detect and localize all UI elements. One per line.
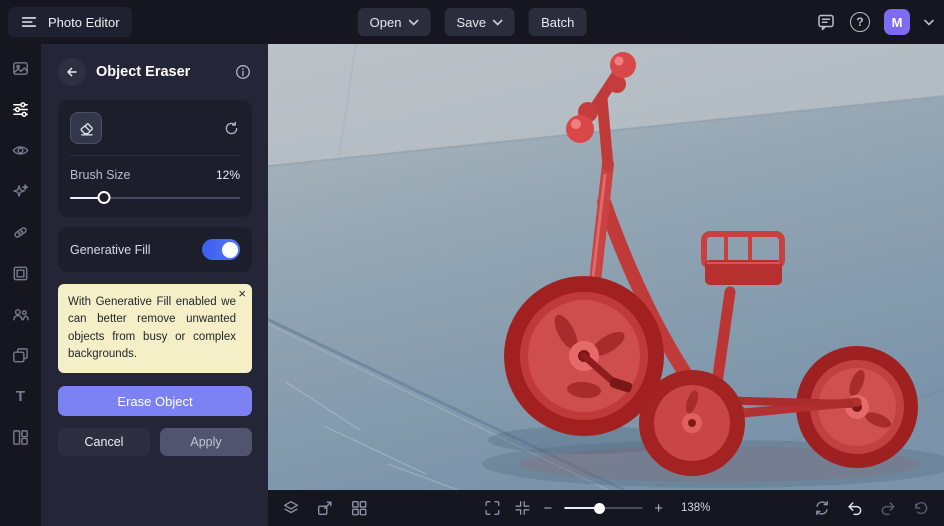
zoom-handle[interactable] <box>593 502 605 514</box>
zoom-slider[interactable] <box>564 502 643 514</box>
generative-fill-label: Generative Fill <box>70 242 151 257</box>
tool-row <box>70 112 240 156</box>
help-icon[interactable]: ? <box>850 12 870 32</box>
compare-icon[interactable] <box>813 499 831 517</box>
file-actions: Open Save Batch <box>357 0 587 44</box>
collage-icon[interactable] <box>11 427 31 447</box>
open-button[interactable]: Open <box>357 8 431 36</box>
tool-rail: T <box>0 44 42 526</box>
effects-icon[interactable] <box>11 181 31 201</box>
retouch-icon[interactable] <box>11 222 31 242</box>
erase-object-button[interactable]: Erase Object <box>58 386 252 416</box>
app-title: Photo Editor <box>48 14 120 30</box>
info-icon[interactable] <box>234 63 252 81</box>
text-tool-icon[interactable]: T <box>11 386 31 406</box>
view-tools <box>282 499 368 517</box>
preview-eye-icon[interactable] <box>11 140 31 160</box>
panel-header: Object Eraser <box>58 58 252 86</box>
brush-settings-card: Brush Size 12% <box>58 100 252 217</box>
top-bar-right: ? M <box>816 0 934 44</box>
panel-title: Object Eraser <box>96 64 191 80</box>
people-icon[interactable] <box>11 304 31 324</box>
eraser-tool-button[interactable] <box>70 112 102 144</box>
zoom-out-icon[interactable]: − <box>543 501 552 516</box>
brush-size-value: 12% <box>215 168 240 182</box>
brush-size-label: Brush Size <box>70 168 131 182</box>
zoom-in-icon[interactable]: + <box>654 501 663 516</box>
save-button[interactable]: Save <box>444 8 516 36</box>
back-button[interactable] <box>58 58 86 86</box>
resize-icon[interactable] <box>316 499 334 517</box>
layers-icon[interactable] <box>282 499 300 517</box>
chevron-down-icon <box>493 19 503 26</box>
object-eraser-panel: Object Eraser Brush Size 12% Generative … <box>42 44 268 526</box>
canvas-toolbar: − + 138% <box>268 490 944 526</box>
slider-handle[interactable] <box>97 191 111 204</box>
batch-button[interactable]: Batch <box>529 8 587 36</box>
overlay-icon[interactable] <box>11 345 31 365</box>
redo-icon[interactable] <box>879 499 897 517</box>
brush-size-slider[interactable] <box>70 191 240 205</box>
generative-fill-row: Generative Fill <box>58 227 252 272</box>
feedback-icon[interactable] <box>816 12 836 32</box>
top-bar: Photo Editor Open Save Batch ? M <box>0 0 944 44</box>
fit-screen-icon[interactable] <box>483 499 501 517</box>
zoom-value: 138% <box>680 502 711 514</box>
cancel-button[interactable]: Cancel <box>58 428 150 456</box>
brand: Photo Editor <box>8 7 132 37</box>
actual-size-icon[interactable] <box>513 499 531 517</box>
tricycle-photo <box>268 44 944 490</box>
photo-editor-app: Photo Editor Open Save Batch ? M T Objec… <box>0 0 944 526</box>
tooltip-text: With Generative Fill enabled we can bett… <box>68 296 236 360</box>
generative-fill-toggle[interactable] <box>202 239 240 260</box>
frame-icon[interactable] <box>11 263 31 283</box>
close-icon[interactable]: × <box>238 286 246 301</box>
hamburger-menu-icon[interactable] <box>20 13 38 31</box>
account-chevron-icon[interactable] <box>924 19 934 26</box>
chevron-down-icon <box>408 19 419 26</box>
history-tools <box>813 499 930 517</box>
reset-brush-icon[interactable] <box>223 120 240 137</box>
brush-size-row: Brush Size 12% <box>70 168 240 182</box>
action-row: Cancel Apply <box>58 428 252 456</box>
library-icon[interactable] <box>11 58 31 78</box>
zoom-controls: − + 138% <box>483 499 710 517</box>
adjust-icon[interactable] <box>11 99 31 119</box>
avatar[interactable]: M <box>884 9 910 35</box>
generative-fill-tooltip: With Generative Fill enabled we can bett… <box>58 284 252 373</box>
toggle-knob <box>221 241 238 258</box>
apply-button[interactable]: Apply <box>160 428 252 456</box>
image-canvas[interactable] <box>268 44 944 490</box>
grid-icon[interactable] <box>350 499 368 517</box>
reset-history-icon[interactable] <box>912 499 930 517</box>
undo-icon[interactable] <box>846 499 864 517</box>
